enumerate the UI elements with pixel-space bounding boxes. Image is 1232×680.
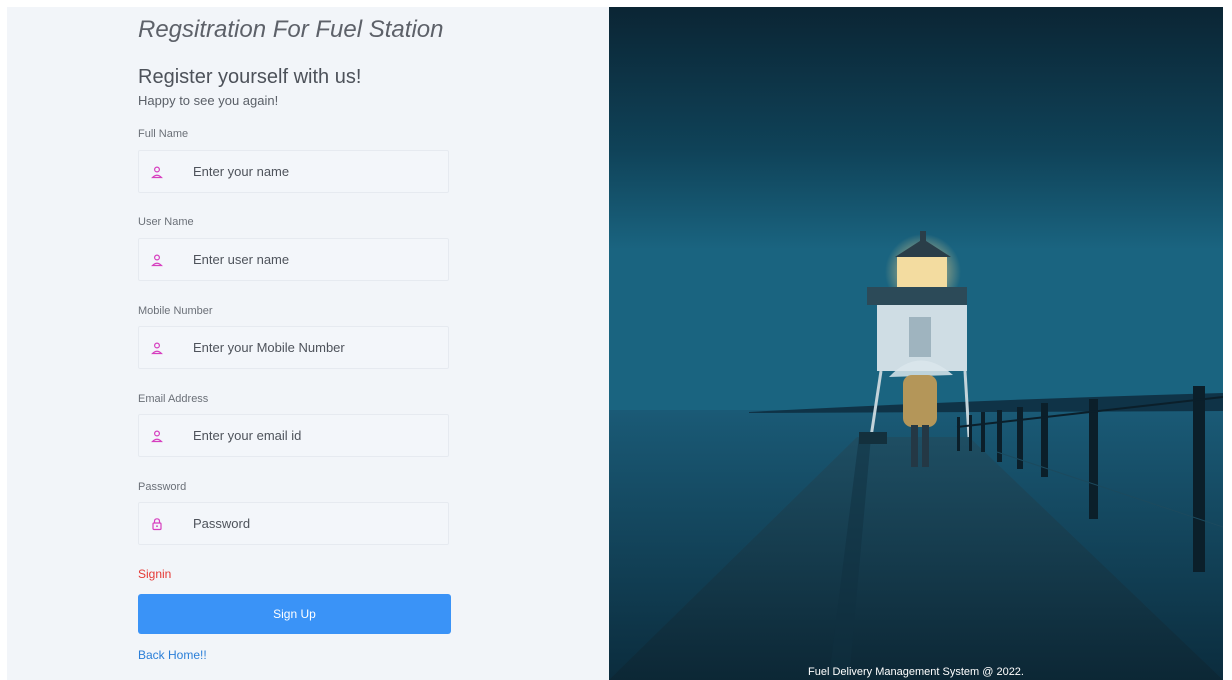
email-input[interactable] bbox=[193, 415, 443, 456]
email-address-field[interactable] bbox=[138, 414, 449, 457]
password-field[interactable] bbox=[138, 502, 449, 545]
mobile-number-input[interactable] bbox=[193, 327, 443, 368]
form-heading: Register yourself with us! bbox=[138, 66, 362, 88]
sign-up-button[interactable]: Sign Up bbox=[138, 594, 451, 634]
full-name-input[interactable] bbox=[193, 151, 443, 192]
user-icon bbox=[151, 166, 163, 179]
lock-icon bbox=[152, 518, 162, 531]
registration-panel: Regsitration For Fuel Station Register y… bbox=[7, 7, 609, 680]
full-name-field[interactable] bbox=[138, 150, 449, 193]
lighthouse-pier-image bbox=[609, 7, 1223, 680]
user-icon bbox=[151, 342, 163, 355]
full-name-label: Full Name bbox=[138, 128, 189, 140]
mobile-number-label: Mobile Number bbox=[138, 305, 213, 317]
footer-copyright: Fuel Delivery Management System @ 2022. bbox=[808, 666, 1024, 678]
user-name-field[interactable] bbox=[138, 238, 449, 281]
user-name-input[interactable] bbox=[193, 239, 443, 280]
password-input[interactable] bbox=[193, 503, 443, 544]
hero-panel: Fuel Delivery Management System @ 2022. bbox=[609, 7, 1223, 680]
password-label: Password bbox=[138, 481, 187, 493]
email-address-label: Email Address bbox=[138, 393, 209, 405]
back-home-link[interactable]: Back Home!! bbox=[138, 648, 207, 662]
user-icon bbox=[151, 430, 163, 443]
signin-link[interactable]: Signin bbox=[138, 567, 171, 581]
user-icon bbox=[151, 254, 163, 267]
user-name-label: User Name bbox=[138, 216, 194, 228]
mobile-number-field[interactable] bbox=[138, 326, 449, 369]
page-title: Regsitration For Fuel Station bbox=[138, 16, 444, 43]
form-subheading: Happy to see you again! bbox=[138, 93, 279, 108]
